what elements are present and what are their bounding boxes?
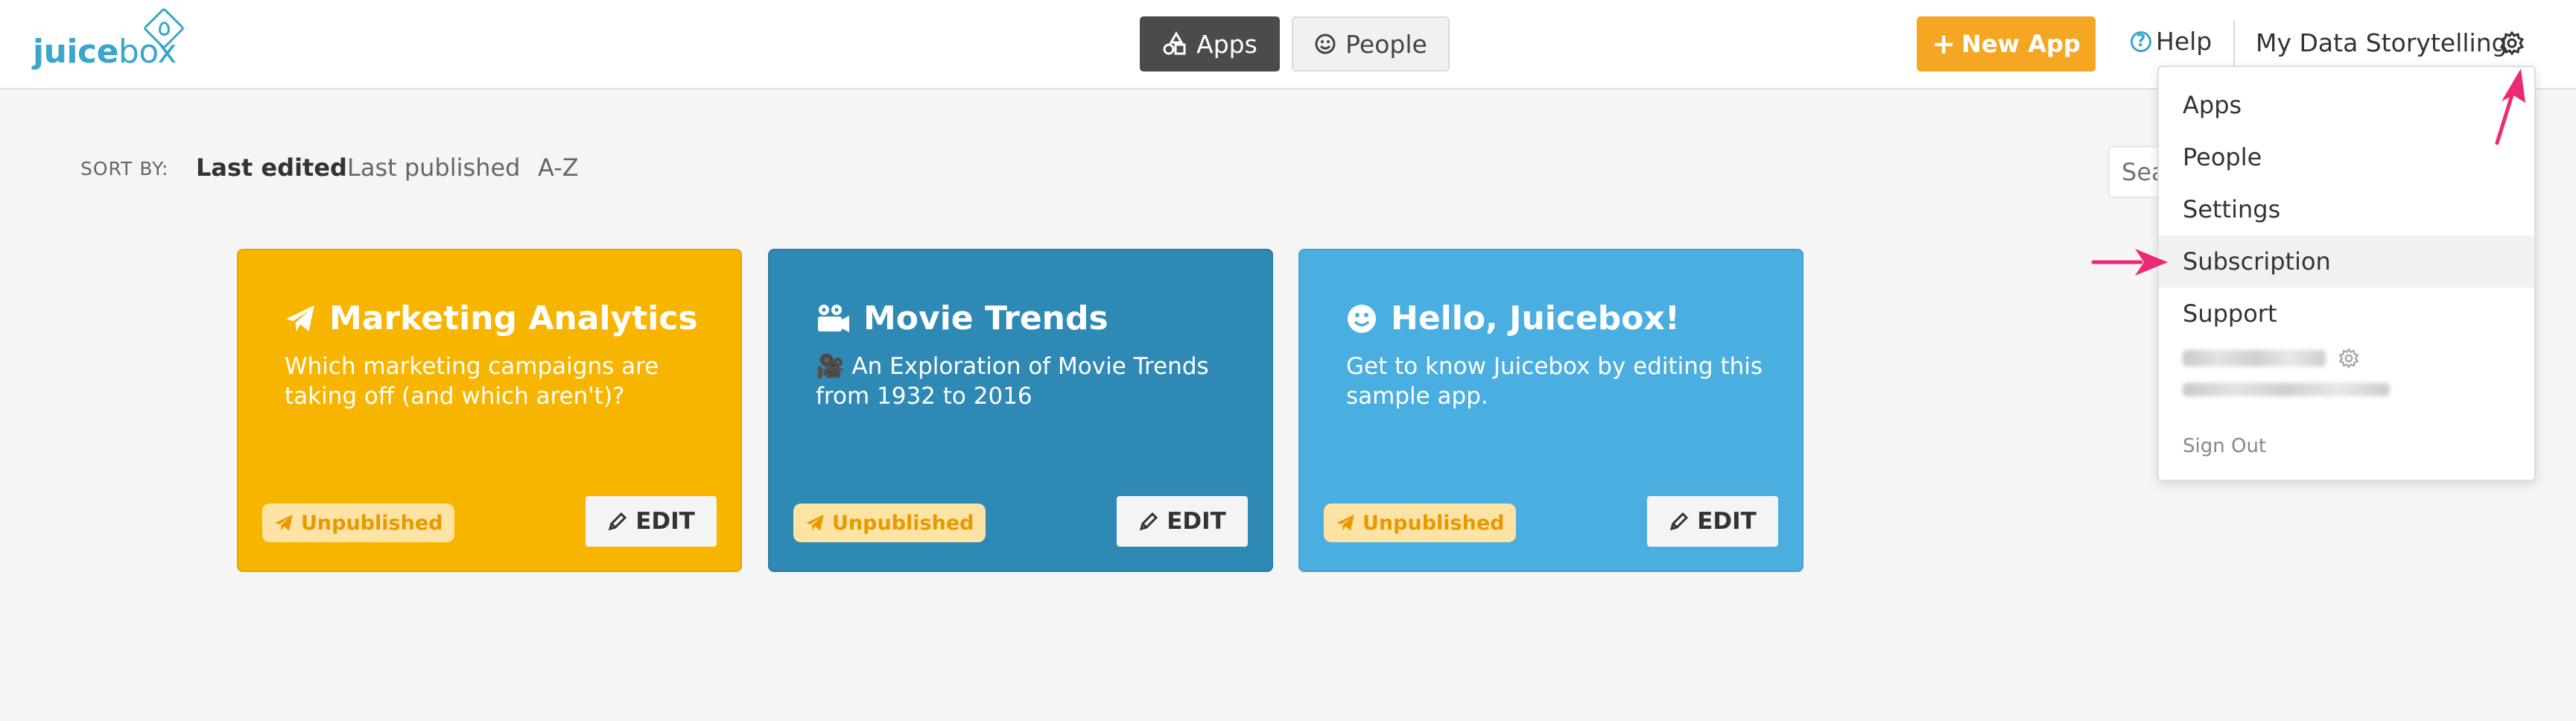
new-app-button[interactable]: + New App	[1917, 16, 2096, 72]
pencil-icon	[609, 512, 627, 531]
menu-item-settings[interactable]: Settings	[2159, 183, 2534, 235]
edit-button[interactable]: EDIT	[586, 496, 717, 547]
paper-plane-icon	[806, 514, 824, 531]
user-email-redacted	[2183, 383, 2390, 396]
smiley-icon	[1315, 34, 1336, 54]
account-menu-label[interactable]: My Data Storytelling	[2256, 28, 2507, 57]
status-badge: Unpublished	[793, 504, 986, 542]
status-badge: Unpublished	[262, 504, 455, 542]
user-name-redacted	[2183, 350, 2326, 366]
pencil-icon	[1670, 512, 1689, 531]
plus-icon: +	[1932, 28, 1956, 60]
people-nav-label: People	[1345, 29, 1427, 59]
card-title-text: Movie Trends	[863, 299, 1108, 337]
app-card-marketing-analytics[interactable]: Marketing Analytics Which marketing camp…	[237, 249, 742, 572]
app-card-movie-trends[interactable]: Movie Trends 🎥 An Exploration of Movie T…	[768, 249, 1273, 572]
status-badge-label: Unpublished	[301, 511, 443, 535]
edit-button-label: EDIT	[635, 508, 695, 535]
card-title-text: Hello, Juicebox!	[1391, 299, 1680, 337]
shapes-icon	[1163, 31, 1186, 55]
people-nav-button[interactable]: People	[1292, 16, 1450, 72]
gear-icon[interactable]	[2338, 347, 2360, 369]
sort-option-a-z[interactable]: A-Z	[538, 153, 579, 182]
paper-plane-icon	[1336, 514, 1354, 531]
app-card-hello-juicebox[interactable]: Hello, Juicebox! Get to know Juicebox by…	[1298, 249, 1803, 572]
question-circle-icon: ?	[2131, 31, 2151, 52]
apps-nav-label: Apps	[1196, 29, 1257, 59]
status-badge-label: Unpublished	[1362, 511, 1505, 535]
card-description: Which marketing campaigns are taking off…	[285, 353, 659, 410]
help-label: Help	[2156, 27, 2212, 56]
edit-button[interactable]: EDIT	[1117, 496, 1248, 547]
header-divider	[2233, 21, 2235, 69]
status-badge-label: Unpublished	[832, 511, 974, 535]
card-title: Movie Trends	[816, 299, 1108, 337]
sort-by-label: SORT BY:	[80, 158, 169, 180]
apps-nav-button[interactable]: Apps	[1140, 16, 1280, 72]
smiley-icon	[1348, 304, 1376, 333]
menu-item-subscription[interactable]: Subscription	[2159, 235, 2534, 288]
gear-icon[interactable]	[2499, 30, 2525, 57]
annotation-arrow-gear	[2495, 69, 2525, 145]
edit-button-label: EDIT	[1697, 508, 1757, 535]
card-title: Hello, Juicebox!	[1346, 299, 1680, 337]
sign-out-link[interactable]: Sign Out	[2183, 435, 2266, 457]
film-camera-icon	[818, 304, 849, 332]
annotation-arrow-subscription	[2091, 249, 2168, 276]
edit-button-label: EDIT	[1167, 508, 1226, 535]
paper-plane-icon	[286, 305, 314, 331]
menu-item-apps[interactable]: Apps	[2159, 79, 2534, 131]
help-link[interactable]: ? Help	[2131, 27, 2212, 56]
status-badge: Unpublished	[1324, 504, 1517, 542]
sort-option-last-published[interactable]: Last published	[347, 153, 520, 182]
edit-button[interactable]: EDIT	[1647, 496, 1778, 547]
pencil-icon	[1140, 512, 1158, 531]
card-title: Marketing Analytics	[285, 299, 698, 337]
new-app-label: New App	[1961, 30, 2081, 58]
account-dropdown-menu: Apps People Settings Subscription Suppor…	[2157, 66, 2536, 481]
menu-item-support[interactable]: Support	[2159, 288, 2534, 340]
card-description: Get to know Juicebox by editing this sam…	[1346, 353, 1763, 410]
card-description: 🎥 An Exploration of Movie Trends from 19…	[816, 353, 1209, 410]
sort-option-last-edited[interactable]: Last edited	[196, 153, 347, 182]
paper-plane-icon	[275, 514, 293, 531]
logo-drop-icon	[159, 22, 170, 36]
card-title-text: Marketing Analytics	[329, 299, 698, 337]
user-info-redacted	[2183, 347, 2390, 396]
menu-item-people[interactable]: People	[2159, 131, 2534, 183]
